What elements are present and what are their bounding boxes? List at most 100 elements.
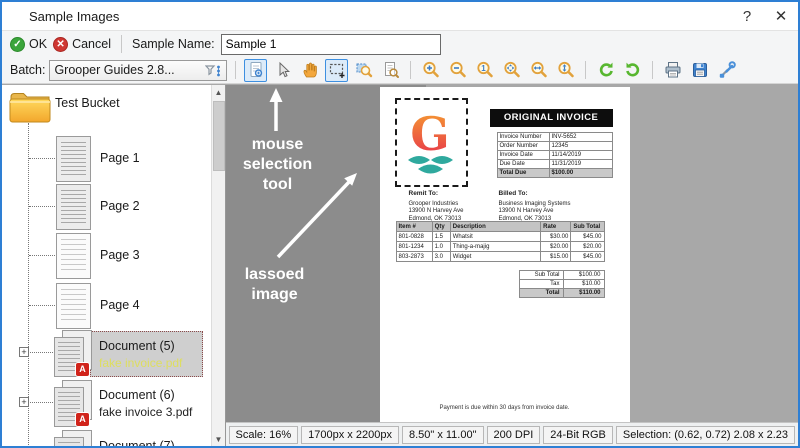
tools-wrench-icon [719, 61, 736, 78]
marquee-selection-icon [329, 63, 345, 78]
meta-label: Order Number [496, 141, 550, 151]
document-preview[interactable]: G ORIGINAL INVOICE Invoice Number INV-56… [379, 87, 630, 422]
rotate-left-button[interactable] [594, 59, 617, 82]
scroll-down-arrow[interactable]: ▼ [212, 432, 225, 446]
tree-item-document-7[interactable]: Document (7) [99, 439, 175, 446]
zoom-fit-page-button[interactable] [500, 59, 523, 82]
expand-toggle-doc-5[interactable]: + [19, 347, 29, 357]
titlebar: Sample Images ? ✕ [2, 2, 798, 30]
thumbnail-text-lines [61, 289, 86, 323]
billed-to-line: 13900 N Harvey Ave [498, 208, 554, 214]
annotation-line: lassoed [244, 266, 305, 283]
svg-text:G: G [410, 107, 449, 161]
pan-hand-button[interactable] [298, 59, 321, 82]
tree-item-page-1[interactable]: Page 1 [100, 151, 140, 165]
annotation-line: image [251, 286, 298, 303]
tree-stub [29, 206, 55, 207]
thumbnail-text-lines [61, 142, 86, 176]
cancel-x-icon: ✕ [53, 36, 69, 52]
thumbnail-text-lines [61, 190, 86, 224]
tree-stub [29, 158, 55, 159]
document-6-thumbnail[interactable]: A [54, 380, 94, 428]
zoom-in-button[interactable] [419, 59, 442, 82]
page-4-thumbnail[interactable] [56, 283, 91, 329]
sample-name-input[interactable] [220, 33, 441, 55]
batch-combobox[interactable]: Grooper Guides 2.8... [49, 59, 228, 81]
viewer-canvas[interactable]: G ORIGINAL INVOICE Invoice Number INV-56… [225, 85, 798, 422]
tree-item-document-5[interactable]: Document (5) [99, 339, 175, 353]
tree-item-document-6[interactable]: Document (6) [99, 388, 175, 402]
annotation-line: selection [242, 156, 313, 173]
zoom-out-button[interactable] [446, 59, 469, 82]
expand-toggle-doc-6[interactable]: + [19, 397, 29, 407]
page-view-icon [250, 62, 263, 77]
document-5-thumbnail[interactable]: A [54, 330, 94, 378]
item-cell: $30.00 [540, 231, 572, 242]
sample-name-label: Sample Name: [131, 37, 215, 51]
save-floppy-icon [692, 63, 707, 77]
document-7-thumbnail[interactable] [54, 430, 94, 446]
rotate-left-icon [599, 62, 613, 77]
tree-item-page-2[interactable]: Page 2 [100, 199, 140, 213]
tree-item-page-3[interactable]: Page 3 [100, 248, 140, 262]
root-folder-item[interactable] [8, 88, 52, 130]
item-cell: 801-0828 [395, 231, 433, 242]
meta-value: 11/31/2019 [548, 159, 613, 169]
total-label: Sub Total [518, 270, 564, 280]
lassoed-image-annotation: lassoed image [227, 265, 323, 305]
page-2-thumbnail[interactable] [56, 184, 91, 230]
invoice-footer-note: Payment is due within 30 days from invoi… [439, 405, 570, 411]
lasso-selection[interactable]: G [394, 98, 468, 187]
total-value: $100.00 [562, 270, 605, 280]
main-area: Test Bucket Page 1 Page 2 Page 3 Page 4 … [2, 84, 798, 446]
page-zoom-button[interactable] [379, 59, 402, 82]
zoom-fit-height-button[interactable] [554, 59, 577, 82]
ok-button[interactable]: ✓ OK [10, 36, 47, 52]
folder-icon [9, 93, 51, 123]
zoom-actual-size-button[interactable]: 1 [473, 59, 496, 82]
separator [585, 61, 587, 79]
action-toolbar: ✓ OK ✕ Cancel Sample Name: [2, 30, 798, 57]
image-settings-button[interactable] [715, 59, 738, 82]
meta-label: Invoice Number [496, 132, 550, 142]
billed-to-heading: Billed To: [498, 190, 528, 197]
help-button[interactable]: ? [730, 3, 764, 29]
tree-item-page-4[interactable]: Page 4 [100, 298, 140, 312]
status-bar: Scale: 16% 1700px x 2200px 8.50" x 11.00… [225, 422, 798, 446]
close-button[interactable]: ✕ [764, 3, 798, 29]
scroll-up-arrow[interactable]: ▲ [212, 85, 225, 100]
tree-stub [30, 352, 55, 353]
page-3-thumbnail[interactable] [56, 233, 91, 279]
items-header: Description [449, 221, 542, 232]
cancel-button-label: Cancel [72, 37, 111, 51]
item-cell: 3.0 [431, 251, 451, 262]
image-viewer: G ORIGINAL INVOICE Invoice Number INV-56… [225, 85, 798, 446]
zoom-fit-width-button[interactable] [527, 59, 550, 82]
status-inch-dimensions: 8.50" x 11.00" [401, 425, 484, 444]
cancel-button[interactable]: ✕ Cancel [53, 36, 111, 52]
remit-to-block: Remit To: Grooper Industries 13900 N Har… [409, 190, 464, 223]
pointer-tool-button[interactable] [271, 59, 294, 82]
invoice-meta-table: Invoice Number INV-5652 Order Number 123… [496, 132, 613, 178]
items-header: Item # [395, 221, 433, 232]
meta-value: INV-5652 [548, 132, 613, 142]
item-cell: $45.00 [570, 231, 605, 242]
print-button[interactable] [661, 59, 684, 82]
zoom-selection-button[interactable] [352, 59, 375, 82]
marquee-selection-button[interactable] [325, 58, 349, 82]
stacked-page [54, 437, 84, 446]
rotate-right-button[interactable] [621, 59, 644, 82]
page-view-button[interactable] [244, 58, 268, 82]
tree-stub [29, 255, 55, 256]
zoom-selection-icon [356, 63, 373, 78]
remit-to-heading: Remit To: [408, 190, 439, 197]
page-1-thumbnail[interactable] [56, 136, 91, 182]
tree-stub [29, 305, 55, 306]
batch-tree-panel: Test Bucket Page 1 Page 2 Page 3 Page 4 … [2, 85, 226, 446]
tree-scrollbar[interactable]: ▲ ▼ [210, 85, 225, 446]
invoice-items-table: Item # Qty Description Rate Sub Total 80… [395, 221, 605, 262]
status-color-depth: 24-Bit RGB [543, 425, 613, 444]
scrollbar-thumb[interactable] [212, 101, 225, 171]
mouse-tool-annotation: mouse selection tool [230, 135, 326, 195]
save-button[interactable] [688, 59, 711, 82]
